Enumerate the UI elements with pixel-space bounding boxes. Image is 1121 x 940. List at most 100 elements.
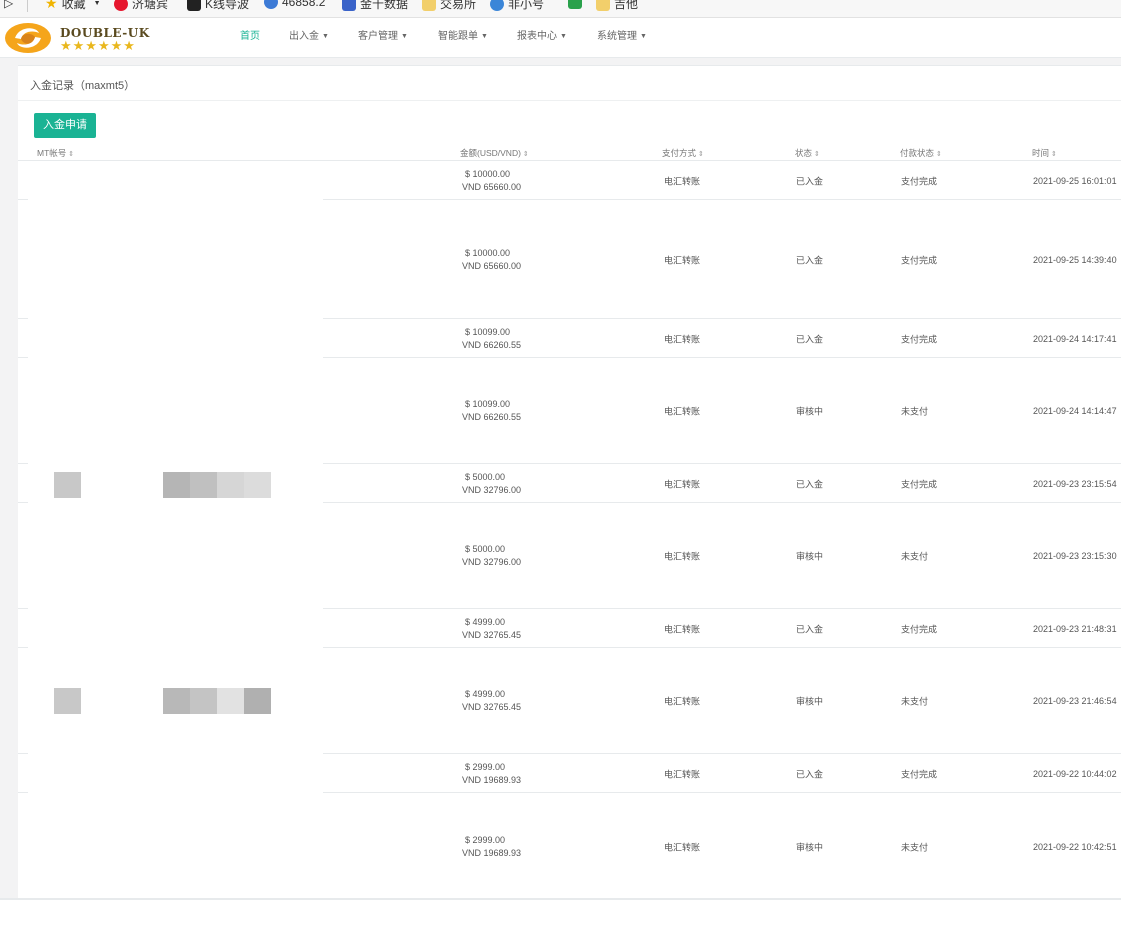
redacted-block [163,472,271,498]
status-cell: 审核中 [796,696,824,707]
bookmark-4[interactable]: 金十数据 [342,0,408,12]
amount-usd: $ 10000.00 [465,168,511,179]
column-payment-method[interactable]: 支付方式 ⇕ [662,147,704,159]
sidebar-toggle-icon[interactable]: ▷ [4,0,13,10]
payment-status-cell: 支付完成 [901,769,938,779]
nav-system[interactable]: 系统管理 ▼ [597,18,647,58]
bookmark-3[interactable]: 46858.2 [264,0,325,9]
column-payment-status[interactable]: 付款状态 ⇕ [900,147,942,159]
bookmark-6[interactable]: 非小号 [490,0,544,12]
sort-icon: ⇕ [522,151,529,158]
column-time[interactable]: 时间 ⇕ [1032,147,1057,159]
time-cell: 2021-09-24 14:14:47 [1033,406,1117,416]
redacted-account-column: 1 [28,161,323,917]
title-divider [18,100,1121,101]
time-cell: 2021-09-23 23:15:54 [1033,478,1117,489]
brand-logo[interactable]: DOUBLE-UK ★★★★★★ [3,21,163,55]
amount-usd: $ 2999.00 [465,761,506,772]
payment-status-cell: 支付完成 [901,255,938,265]
globe-icon [264,0,278,9]
sort-icon: ⇕ [936,151,942,158]
column-amount[interactable]: 金额(USD/VND) ⇕ [460,147,529,159]
amount-vnd: VND 66260.55 [462,339,522,350]
caret-down-icon: ▼ [640,33,647,40]
sort-icon: ⇕ [698,151,704,158]
time-cell: 2021-09-23 23:15:30 [1033,551,1117,561]
payment-method-cell: 电汇转账 [664,696,701,707]
payment-method-cell: 电汇转账 [664,334,701,344]
bookmark-favorites[interactable]: ★ 收藏 ▼ [45,0,101,12]
payment-status-cell: 支付完成 [901,624,938,634]
payment-method-cell: 电汇转账 [664,406,701,417]
status-cell: 已入金 [796,769,824,779]
bookmark-7[interactable] [568,0,586,9]
amount-usd: $ 10000.00 [465,247,511,258]
bookmarks-bar: ▷ ★ 收藏 ▼ 济塘宾 K线导波 46858.2 金十数据 交易所 非小号 吉… [0,0,1121,18]
sort-icon: ⇕ [814,151,820,158]
amount-vnd: VND 32765.45 [462,702,522,712]
payment-method-cell: 电汇转账 [664,255,701,265]
status-cell: 审核中 [796,406,824,417]
app-icon [568,0,582,9]
bookmarks-divider [27,0,28,12]
redacted-block [54,688,81,714]
column-mt-account[interactable]: MT帐号 ⇕ [37,147,74,159]
folder-icon [596,0,610,11]
payment-status-cell: 未支付 [901,842,929,853]
status-cell: 审核中 [796,551,824,562]
nav-copy-trading[interactable]: 智能跟单 ▼ [438,18,488,58]
bookmark-2[interactable]: K线导波 [187,0,249,12]
time-cell: 2021-09-24 14:17:41 [1033,333,1117,344]
time-cell: 2021-09-25 16:01:01 [1033,175,1117,186]
amount-cell: $ 5000.00 VND 32796.00 [462,543,521,569]
amount-usd: $ 10099.00 [465,399,511,409]
logo-swirl-icon [5,23,51,53]
rating-stars: ★★★★★★ [60,38,136,53]
caret-down-icon: ▼ [401,33,408,40]
time-cell: 2021-09-23 21:48:31 [1033,623,1117,634]
caret-down-icon: ▼ [560,33,567,40]
amount-vnd: VND 32796.00 [462,484,522,495]
amount-vnd: VND 65660.00 [462,181,522,192]
status-cell: 审核中 [796,842,824,853]
chevron-down-icon: ▼ [93,0,101,7]
amount-cell: $ 4999.00 VND 32765.45 [462,616,521,642]
nav-reports[interactable]: 报表中心 ▼ [517,18,567,58]
page-title: 入金记录（maxmt5） [30,80,136,92]
amount-usd: $ 5000.00 [465,544,506,554]
amount-vnd: VND 65660.00 [462,260,522,271]
caret-down-icon: ▼ [322,33,329,40]
amount-usd: $ 4999.00 [465,689,506,699]
amount-cell: $ 2999.00 VND 19689.93 [462,834,521,860]
amount-cell: $ 10099.00 VND 66260.55 [462,398,521,424]
time-cell: 2021-09-23 21:46:54 [1033,696,1117,706]
bookmark-1[interactable]: 济塘宾 [114,0,168,12]
status-cell: 已入金 [796,334,824,344]
caret-down-icon: ▼ [481,33,488,40]
time-cell: 2021-09-22 10:42:51 [1033,842,1117,852]
nav-customers[interactable]: 客户管理 ▼ [358,18,408,58]
status-cell: 已入金 [796,479,824,489]
amount-usd: $ 2999.00 [465,835,506,845]
payment-status-cell: 未支付 [901,696,929,707]
nav-home[interactable]: 首页 [240,18,260,58]
bookmark-8[interactable]: 吉他 [596,0,638,12]
payment-status-cell: 支付完成 [901,334,938,344]
time-cell: 2021-09-25 14:39:40 [1033,254,1117,265]
deposit-apply-button[interactable]: 入金申请 [34,113,96,138]
amount-usd: $ 10099.00 [465,326,511,337]
status-cell: 已入金 [796,624,824,634]
payment-method-cell: 电汇转账 [664,842,701,853]
payment-method-cell: 电汇转账 [664,551,701,562]
redacted-block [54,472,81,498]
news-icon [342,0,356,11]
bookmark-5[interactable]: 交易所 [422,0,476,12]
payment-status-cell: 未支付 [901,551,929,562]
nav-deposit-withdraw[interactable]: 出入金 ▼ [289,18,329,58]
amount-cell: $ 4999.00 VND 32765.45 [462,688,521,714]
amount-cell: $ 2999.00 VND 19689.93 [462,761,521,787]
amount-vnd: VND 19689.93 [462,848,522,858]
column-status[interactable]: 状态 ⇕ [795,147,820,159]
weibo-icon [114,0,128,11]
chart-icon [187,0,201,11]
